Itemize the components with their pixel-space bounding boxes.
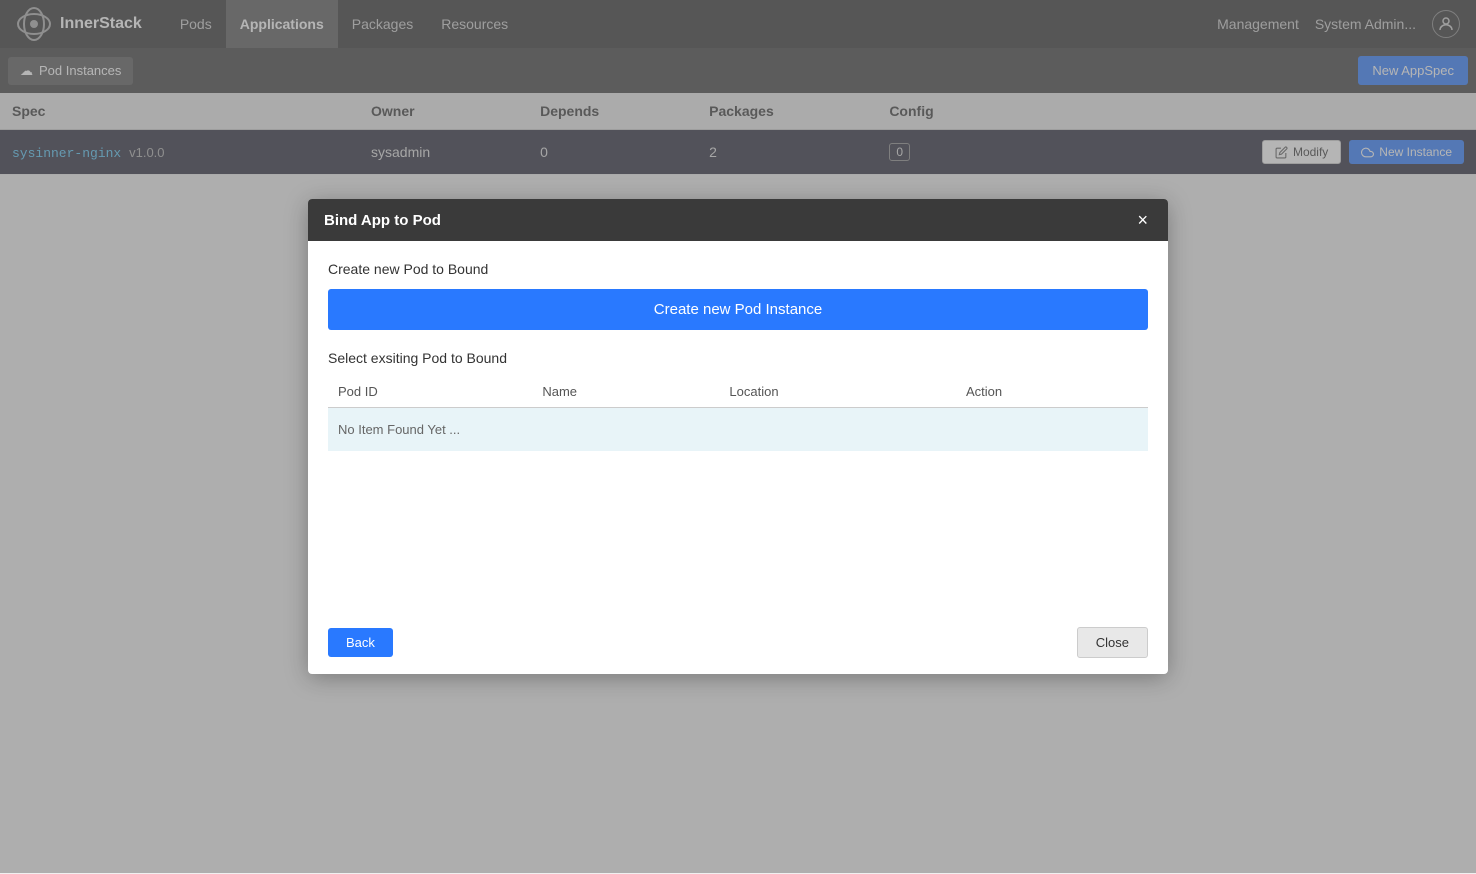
pod-table-empty-row: No Item Found Yet ... xyxy=(328,408,1148,452)
create-pod-instance-button[interactable]: Create new Pod Instance xyxy=(328,289,1148,330)
modal-close-button[interactable]: × xyxy=(1133,211,1152,229)
modal-body: Create new Pod to Bound Create new Pod I… xyxy=(308,241,1168,611)
modal-header: Bind App to Pod × xyxy=(308,199,1168,241)
pod-table: Pod ID Name Location Action No Item Foun… xyxy=(328,376,1148,451)
main-content: Spec Owner Depends Packages Config sysin… xyxy=(0,93,1476,874)
modal: Bind App to Pod × Create new Pod to Boun… xyxy=(308,199,1168,674)
pod-col-action: Action xyxy=(956,376,1148,408)
pod-col-id: Pod ID xyxy=(328,376,532,408)
modal-overlay: Bind App to Pod × Create new Pod to Boun… xyxy=(0,0,1476,873)
pod-empty-message: No Item Found Yet ... xyxy=(328,408,1148,452)
modal-back-button[interactable]: Back xyxy=(328,628,393,657)
modal-title: Bind App to Pod xyxy=(324,212,441,229)
modal-close-footer-button[interactable]: Close xyxy=(1077,627,1148,658)
pod-col-name: Name xyxy=(532,376,719,408)
create-section-title: Create new Pod to Bound xyxy=(328,261,1148,277)
modal-spacer xyxy=(328,451,1148,611)
pod-col-location: Location xyxy=(719,376,956,408)
select-section-title: Select exsiting Pod to Bound xyxy=(328,350,1148,366)
modal-footer: Back Close xyxy=(308,611,1168,674)
